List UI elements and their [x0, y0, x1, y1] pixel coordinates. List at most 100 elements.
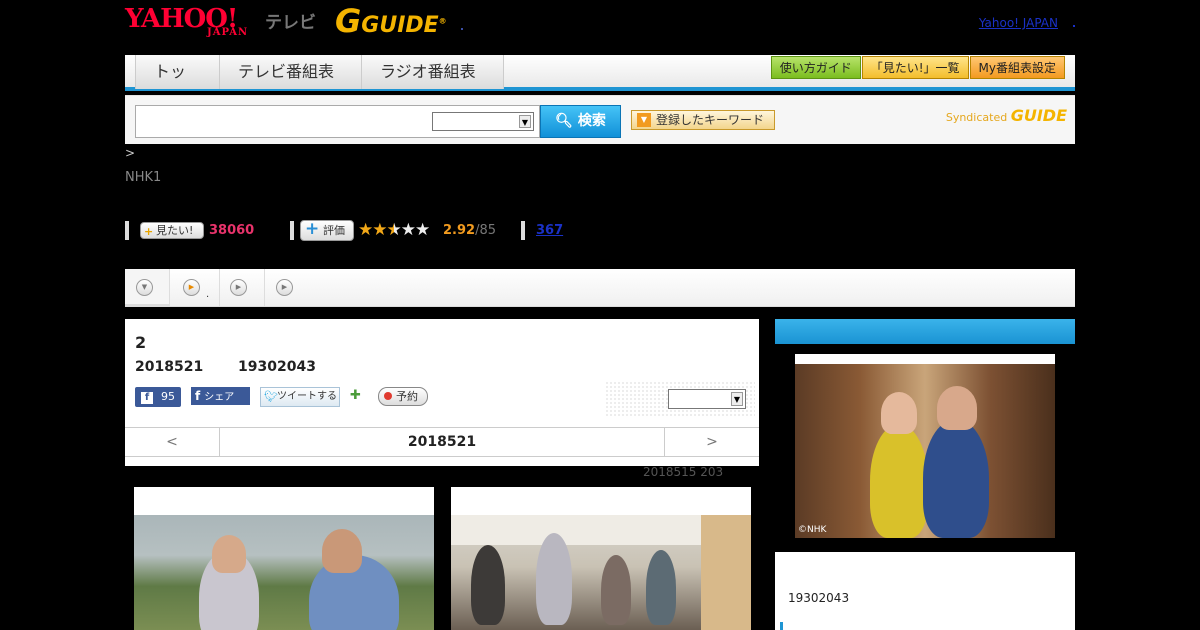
star-icon: ★ — [386, 220, 402, 240]
facebook-share-button[interactable]: f シェア — [191, 387, 250, 405]
nav-tab-top[interactable]: トップ — [136, 55, 220, 115]
program-panel: 2 2018521 19302043 f 95 f シェア 🐦︎ ツイートする ✚ 予… — [125, 319, 759, 466]
play-circle-icon: ▶ — [183, 279, 200, 296]
bookmark-add-icon[interactable]: ✚ — [350, 388, 366, 405]
reserve-label: 予約 — [396, 390, 418, 403]
rating-max: /85 — [475, 223, 496, 238]
day-navigation: < 2018521 > — [125, 427, 759, 457]
chevron-down-icon: ▼ — [731, 392, 743, 406]
header-link-dot — [1073, 25, 1075, 27]
yahoo-japan-logo-text: JAPAN — [207, 27, 249, 38]
next-day-button[interactable]: > — [664, 428, 759, 456]
search-button-label: 検索 — [577, 113, 606, 129]
program-option-select[interactable]: ▼ — [668, 389, 746, 409]
program-tabstrip: ▼ ▶. ▶ ▶ — [125, 269, 1075, 307]
star-icon: ★ — [372, 220, 387, 240]
main-nav: トップ テレビ番組表 ラジオ番組表 使い方ガイド 「見たい!」一覧 My番組表設… — [125, 55, 1075, 115]
tab-third[interactable]: ▶ — [220, 269, 265, 307]
program-image-1 — [134, 515, 434, 630]
program-thumbnail-1[interactable] — [134, 487, 434, 630]
syndicated-logo-text: GUIDE — [1010, 106, 1067, 125]
want-to-watch-button[interactable]: + 見たい! — [140, 222, 204, 239]
person-figure — [471, 545, 505, 625]
reserve-button[interactable]: 予約 — [378, 387, 428, 406]
nav-tabs: トップ テレビ番組表 ラジオ番組表 — [135, 55, 504, 115]
rating-value: 2.92/85 — [443, 223, 496, 238]
review-count-link[interactable]: 367 — [536, 223, 563, 238]
gguide-logo[interactable]: GGUIDE® — [335, 5, 447, 41]
person-figure — [601, 555, 631, 625]
channel-name: NHK1 — [125, 170, 162, 185]
search-bar: ▼ 🔍︎ 検索 ▼ 登録したキーワード Syndicated GUIDE — [125, 95, 1075, 144]
nav-tab-tv-listings[interactable]: テレビ番組表 — [220, 55, 362, 89]
usage-guide-button[interactable]: 使い方ガイド — [770, 56, 861, 79]
play-circle-icon: ▶ — [276, 279, 293, 296]
my-listings-settings-button[interactable]: My番組表設定 — [969, 56, 1065, 79]
star-icon: ★ — [400, 220, 416, 240]
program-main-image: ©NHK — [795, 354, 1055, 538]
gguide-logo-text: GUIDE — [361, 13, 439, 38]
registered-icon: ® — [438, 16, 447, 26]
rating-score: 2.92 — [443, 223, 476, 238]
circle-down-icon: ▼ — [136, 279, 153, 296]
person-figure — [937, 386, 977, 430]
syndicated-gguide-logo: Syndicated GUIDE — [946, 106, 1067, 125]
plus-icon: + — [305, 219, 320, 239]
update-note: 2018515 203 — [643, 465, 724, 479]
person-figure — [212, 535, 246, 573]
breadcrumb[interactable]: > — [125, 146, 135, 160]
side-panel: ©NHK 19302043 — [775, 319, 1075, 630]
want-to-watch-list-button[interactable]: 「見たい!」一覧 — [861, 56, 969, 79]
program-thumbnail-2[interactable] — [451, 487, 751, 630]
tab-second[interactable]: ▶. — [170, 269, 220, 307]
chevron-down-icon: ▼ — [519, 115, 531, 128]
program-photo: ©NHK — [795, 364, 1055, 538]
tv-logo-text[interactable]: テレビ — [265, 8, 316, 33]
nav-buttons: 使い方ガイド 「見たい!」一覧 My番組表設定 — [770, 56, 1065, 79]
tab-second-label: . — [206, 289, 210, 300]
gguide-logo-g: G — [335, 2, 362, 40]
previous-day-button[interactable]: < — [125, 428, 220, 456]
syndicated-label: Syndicated — [945, 111, 1008, 124]
facebook-icon: f — [141, 392, 153, 404]
search-category-select[interactable]: ▼ — [432, 112, 534, 131]
play-circle-icon: ▶ — [230, 279, 247, 296]
program-time: 19302043 — [238, 359, 316, 375]
person-figure — [923, 419, 989, 538]
side-program-time: 19302043 — [788, 591, 850, 605]
side-panel-header — [775, 319, 1075, 344]
want-to-watch-count: 38060 — [209, 223, 255, 238]
facebook-like-button[interactable]: f 95 — [135, 387, 181, 407]
divider — [125, 221, 129, 240]
shelf — [701, 515, 751, 630]
person-figure — [870, 424, 928, 538]
yahoo-japan-link[interactable]: Yahoo! JAPAN — [979, 16, 1058, 30]
person-figure — [536, 533, 572, 625]
header-dot — [461, 28, 463, 30]
nav-tab-radio-listings[interactable]: ラジオ番組表 — [362, 55, 504, 89]
divider — [521, 221, 525, 240]
tab-program-info[interactable]: ▼ — [125, 269, 170, 307]
rate-button[interactable]: + 評価 — [300, 220, 354, 241]
search-button[interactable]: 🔍︎ 検索 — [540, 105, 621, 138]
twitter-bird-icon: 🐦︎ — [264, 390, 278, 403]
want-to-watch-label: 見たい! — [156, 224, 194, 237]
rating-stars: ★★★★★ — [358, 220, 430, 240]
facebook-share-label: シェア — [204, 392, 235, 403]
page: YAHOO! JAPAN テレビ GGUIDE® Yahoo! JAPAN トッ… — [0, 0, 1200, 630]
registered-keywords-button[interactable]: ▼ 登録したキーワード — [631, 110, 775, 130]
person-figure — [646, 550, 676, 625]
star-icon: ★ — [415, 220, 430, 240]
person-figure — [881, 392, 917, 434]
plus-icon: + — [144, 225, 154, 238]
tweet-label: ツイートする — [277, 391, 337, 402]
current-day: 2018521 — [407, 434, 477, 450]
facebook-like-count: 95 — [161, 390, 175, 403]
divider — [290, 221, 294, 240]
photo-credit: ©NHK — [798, 525, 827, 535]
tab-fourth[interactable]: ▶ — [265, 269, 310, 307]
side-accent-bar — [780, 622, 783, 630]
facebook-icon: f — [195, 389, 201, 403]
tweet-button[interactable]: 🐦︎ ツイートする — [260, 387, 340, 407]
program-title: 2 — [135, 333, 147, 352]
